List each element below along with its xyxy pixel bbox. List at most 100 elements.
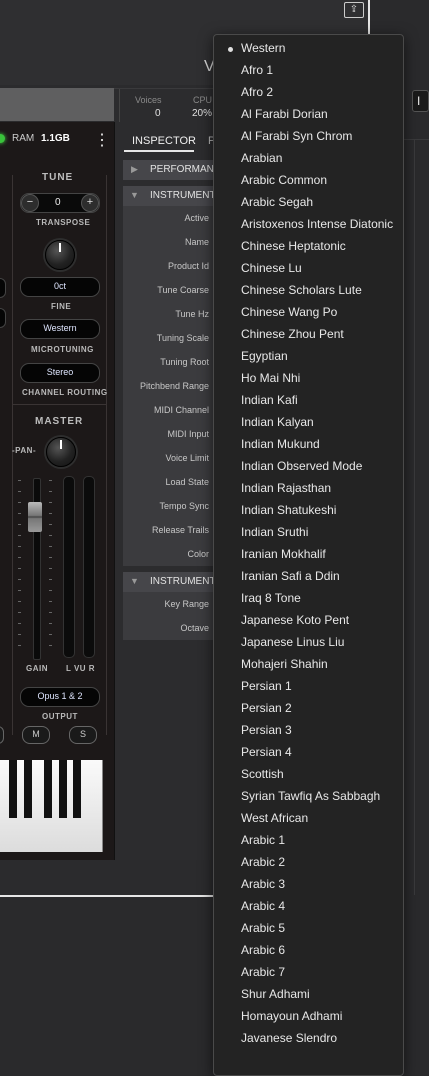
menu-item[interactable]: Arabic 4 bbox=[214, 895, 403, 917]
menu-item[interactable]: Chinese Wang Po bbox=[214, 301, 403, 323]
menu-item[interactable]: Arabic 1 bbox=[214, 829, 403, 851]
menu-item[interactable]: Japanese Koto Pent bbox=[214, 609, 403, 631]
search-input[interactable]: I bbox=[412, 90, 429, 112]
menu-item[interactable]: Iranian Safi a Ddin bbox=[214, 565, 403, 587]
transpose-plus-button[interactable]: + bbox=[81, 194, 99, 212]
menu-item[interactable]: Afro 1 bbox=[214, 59, 403, 81]
menu-item[interactable]: Arabian bbox=[214, 147, 403, 169]
menu-item[interactable]: Persian 1 bbox=[214, 675, 403, 697]
menu-item[interactable]: Persian 4 bbox=[214, 741, 403, 763]
plugin-header-bar bbox=[0, 88, 114, 121]
menu-item-label: Persian 2 bbox=[241, 701, 292, 715]
property-label: MIDI Channel bbox=[153, 405, 209, 415]
menu-item[interactable]: Homayoun Adhami bbox=[214, 1005, 403, 1027]
group-title: INSTRUMENT bbox=[150, 576, 216, 587]
voices-label: Voices bbox=[135, 95, 162, 105]
menu-item[interactable]: Chinese Lu bbox=[214, 257, 403, 279]
black-key[interactable] bbox=[9, 760, 17, 818]
menu-item-label: Indian Rajasthan bbox=[241, 481, 332, 495]
menu-item-label: Chinese Zhou Pent bbox=[241, 327, 344, 341]
menu-item-label: Iranian Mokhalif bbox=[241, 547, 326, 561]
scale-tick bbox=[18, 513, 21, 514]
black-key[interactable] bbox=[24, 760, 32, 818]
pan-label: -PAN- bbox=[12, 446, 37, 455]
ram-row: RAM 1.1GB ⋮ bbox=[0, 130, 114, 152]
fine-knob[interactable] bbox=[45, 240, 75, 270]
menu-item[interactable]: Indian Kafi bbox=[214, 389, 403, 411]
menu-item[interactable]: Indian Sruthi bbox=[214, 521, 403, 543]
black-key[interactable] bbox=[73, 760, 81, 818]
menu-item[interactable]: Iraq 8 Tone bbox=[214, 587, 403, 609]
menu-item[interactable]: Mohajeri Shahin bbox=[214, 653, 403, 675]
menu-item[interactable]: Aristoxenos Intense Diatonic bbox=[214, 213, 403, 235]
panel-divider bbox=[12, 175, 13, 735]
property-label: Pitchbend Range bbox=[139, 381, 209, 391]
menu-item[interactable]: Arabic 6 bbox=[214, 939, 403, 961]
active-tab-indicator bbox=[124, 150, 194, 152]
microtuning-select[interactable]: Western bbox=[20, 319, 100, 339]
property-label: Active bbox=[184, 213, 209, 223]
menu-item[interactable]: Arabic 5 bbox=[214, 917, 403, 939]
gain-fader-handle[interactable] bbox=[28, 502, 42, 532]
pan-knob[interactable] bbox=[46, 437, 76, 467]
tab-inspector[interactable]: INSPECTOR bbox=[132, 135, 196, 147]
kebab-menu-icon[interactable]: ⋮ bbox=[94, 130, 110, 150]
microtuning-label: MICROTUNING bbox=[31, 345, 94, 354]
fine-value-display[interactable]: 0ct bbox=[20, 277, 100, 297]
menu-item[interactable]: Ho Mai Nhi bbox=[214, 367, 403, 389]
menu-item-label: Egyptian bbox=[241, 349, 288, 363]
menu-item[interactable]: Arabic Segah bbox=[214, 191, 403, 213]
black-key[interactable] bbox=[59, 760, 67, 818]
menu-item-label: Shur Adhami bbox=[241, 987, 310, 1001]
transpose-label: TRANSPOSE bbox=[36, 218, 91, 227]
menu-item-label: Iranian Safi a Ddin bbox=[241, 569, 340, 583]
menu-item[interactable]: Persian 3 bbox=[214, 719, 403, 741]
menu-item[interactable]: Indian Rajasthan bbox=[214, 477, 403, 499]
menu-item[interactable]: Indian Shatukeshi bbox=[214, 499, 403, 521]
transpose-minus-button[interactable]: − bbox=[21, 194, 39, 212]
menu-item[interactable]: Al Farabi Dorian bbox=[214, 103, 403, 125]
chevron-down-icon: ▼ bbox=[130, 576, 139, 586]
menu-item[interactable]: Arabic 3 bbox=[214, 873, 403, 895]
menu-item[interactable]: Persian 2 bbox=[214, 697, 403, 719]
menu-item[interactable]: Afro 2 bbox=[214, 81, 403, 103]
black-key[interactable] bbox=[44, 760, 52, 818]
menu-item-label: Afro 1 bbox=[241, 63, 274, 77]
menu-item-label: Indian Sruthi bbox=[241, 525, 309, 539]
menu-item[interactable]: Indian Kalyan bbox=[214, 411, 403, 433]
white-key[interactable] bbox=[89, 760, 103, 852]
channel-routing-select[interactable]: Stereo bbox=[20, 363, 100, 383]
mute-button[interactable]: M bbox=[22, 726, 50, 744]
menu-item[interactable]: Chinese Scholars Lute bbox=[214, 279, 403, 301]
menu-item[interactable]: Scottish bbox=[214, 763, 403, 785]
transpose-stepper[interactable]: − 0 + bbox=[20, 193, 100, 213]
menu-item[interactable]: West African bbox=[214, 807, 403, 829]
scale-tick bbox=[18, 601, 21, 602]
menu-item[interactable]: Egyptian bbox=[214, 345, 403, 367]
menu-item[interactable]: Chinese Heptatonic bbox=[214, 235, 403, 257]
menu-item[interactable]: Chinese Zhou Pent bbox=[214, 323, 403, 345]
menu-item[interactable]: Western bbox=[214, 37, 403, 59]
menu-item[interactable]: Indian Observed Mode bbox=[214, 455, 403, 477]
menu-item[interactable]: Arabic 7 bbox=[214, 961, 403, 983]
output-select[interactable]: Opus 1 & 2 bbox=[20, 687, 100, 707]
menu-item[interactable]: Al Farabi Syn Chrom bbox=[214, 125, 403, 147]
menu-item-label: Arabic Segah bbox=[241, 195, 314, 209]
solo-button[interactable]: S bbox=[69, 726, 97, 744]
side-control[interactable] bbox=[0, 308, 6, 328]
menu-item-label: West African bbox=[241, 811, 309, 825]
scale-tick bbox=[49, 491, 52, 492]
menu-item[interactable]: Iranian Mokhalif bbox=[214, 543, 403, 565]
scale-tick bbox=[49, 568, 52, 569]
menu-item-label: Chinese Wang Po bbox=[241, 305, 338, 319]
menu-item[interactable]: Japanese Linus Liu bbox=[214, 631, 403, 653]
menu-item[interactable]: Syrian Tawfiq As Sabbagh bbox=[214, 785, 403, 807]
side-control[interactable] bbox=[0, 278, 6, 298]
menu-item[interactable]: Indian Mukund bbox=[214, 433, 403, 455]
scale-tick bbox=[49, 502, 52, 503]
menu-item[interactable]: Arabic 2 bbox=[214, 851, 403, 873]
menu-item[interactable]: Arabic Common bbox=[214, 169, 403, 191]
menu-item[interactable]: Shur Adhami bbox=[214, 983, 403, 1005]
menu-item-label: Al Farabi Syn Chrom bbox=[241, 129, 353, 143]
upload-icon[interactable]: ⇪ bbox=[344, 2, 364, 18]
